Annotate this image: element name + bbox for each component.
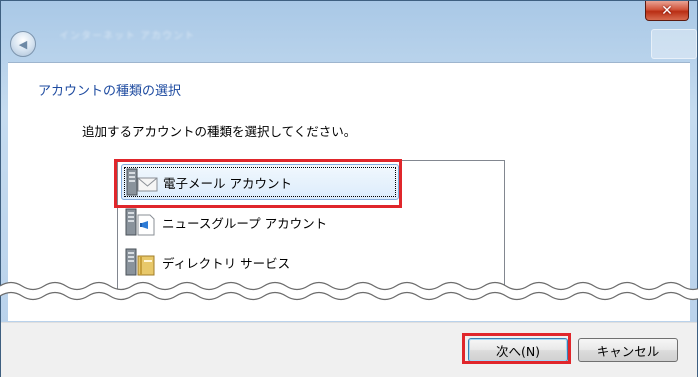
back-button[interactable]: ◀ <box>10 31 36 57</box>
page-heading: アカウントの種類の選択 <box>38 84 182 99</box>
next-button-highlight <box>462 333 571 364</box>
back-arrow-icon: ◀ <box>18 37 28 51</box>
cancel-button[interactable]: キャンセル <box>578 338 678 362</box>
list-item-label: ニュースグループ アカウント <box>162 215 328 231</box>
window-title: インターネット アカウント <box>59 31 196 42</box>
list-item-label: ディレクトリ サービス <box>162 255 291 271</box>
torn-edge-divider <box>0 281 698 301</box>
email-option-highlight <box>114 159 402 208</box>
newsgroup-server-icon <box>125 208 155 236</box>
title-bar-glass <box>651 29 697 59</box>
directory-server-icon <box>125 248 155 276</box>
instruction-text: 追加するアカウントの種類を選択してください。 <box>82 124 357 139</box>
list-item-newsgroup[interactable]: ニュースグループ アカウント <box>121 204 399 240</box>
list-item-directory[interactable]: ディレクトリ サービス <box>121 244 399 280</box>
close-button[interactable]: ✕ <box>645 1 689 21</box>
